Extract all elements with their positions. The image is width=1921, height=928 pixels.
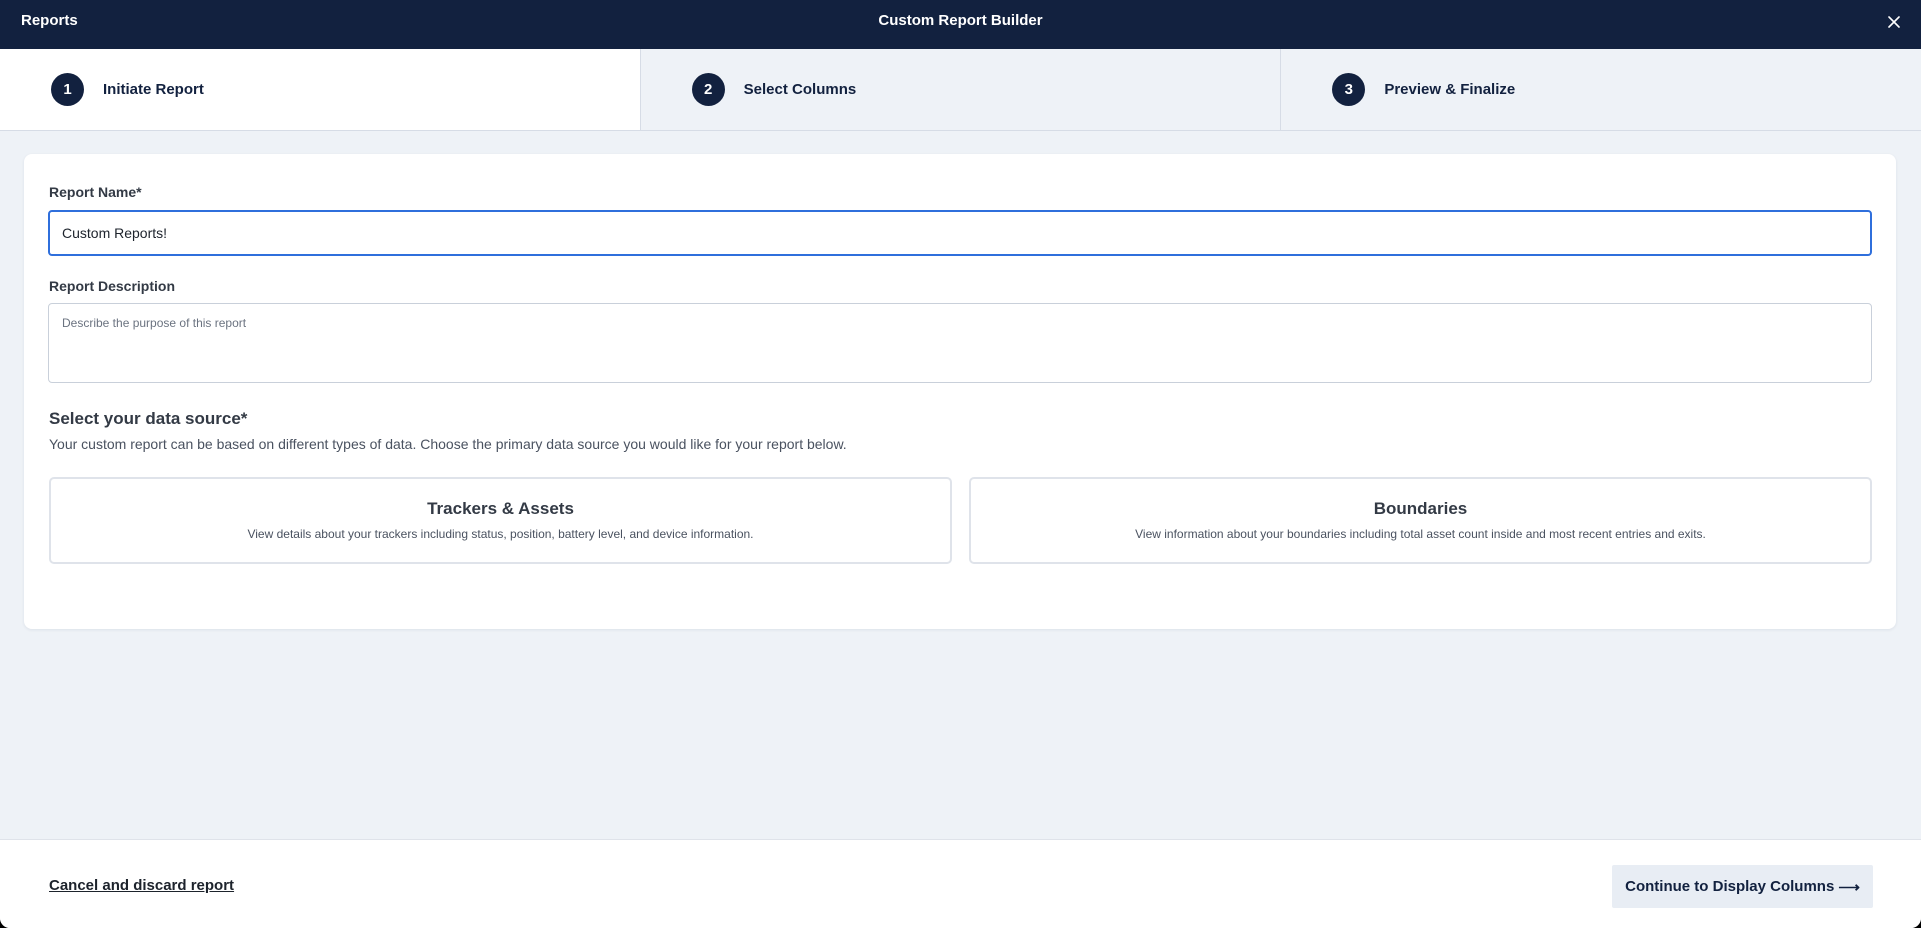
data-source-option-description: View information about your boundaries i… (1135, 527, 1706, 541)
step-number: 1 (51, 73, 84, 106)
step-select-columns[interactable]: 2 Select Columns (640, 49, 1282, 130)
continue-button[interactable]: Continue to Display Columns ⟶ (1612, 865, 1873, 908)
data-source-help: Your custom report can be based on diffe… (49, 436, 847, 452)
page-title: Custom Report Builder (878, 12, 1043, 29)
data-source-title: Select your data source* (49, 409, 248, 428)
data-source-trackers-assets[interactable]: Trackers & Assets View details about you… (49, 477, 952, 564)
data-source-boundaries[interactable]: Boundaries View information about your b… (969, 477, 1872, 564)
data-source-option-title: Trackers & Assets (427, 499, 574, 518)
step-preview-finalize[interactable]: 3 Preview & Finalize (1281, 49, 1921, 130)
report-form-card: Report Name* Report Description Select y… (24, 154, 1896, 629)
report-name-input[interactable] (48, 210, 1872, 256)
footer-bar: Cancel and discard report Continue to Di… (0, 839, 1921, 928)
data-source-option-title: Boundaries (1373, 499, 1468, 518)
report-description-label: Report Description (49, 278, 176, 294)
report-builder-window: Reports Custom Report Builder 1 Initiate… (0, 0, 1921, 928)
data-source-option-description: View details about your trackers includi… (247, 527, 754, 541)
step-label: Select Columns (743, 81, 857, 98)
cancel-discard-link[interactable]: Cancel and discard report (49, 877, 234, 894)
step-number: 3 (1332, 73, 1366, 106)
report-name-label: Report Name* (49, 184, 142, 200)
continue-button-label: Continue to Display Columns (1625, 878, 1835, 895)
step-initiate-report[interactable]: 1 Initiate Report (0, 49, 641, 130)
step-label: Preview & Finalize (1384, 81, 1516, 98)
header-bar: Reports Custom Report Builder (0, 0, 1921, 49)
step-label: Initiate Report (103, 81, 204, 98)
close-button[interactable] (1881, 9, 1907, 35)
close-icon (1888, 16, 1900, 28)
step-indicator: 1 Initiate Report 2 Select Columns 3 Pre… (0, 49, 1921, 131)
arrow-right-icon: ⟶ (1838, 878, 1860, 896)
step-number: 2 (691, 73, 725, 106)
report-description-input[interactable] (48, 303, 1872, 383)
